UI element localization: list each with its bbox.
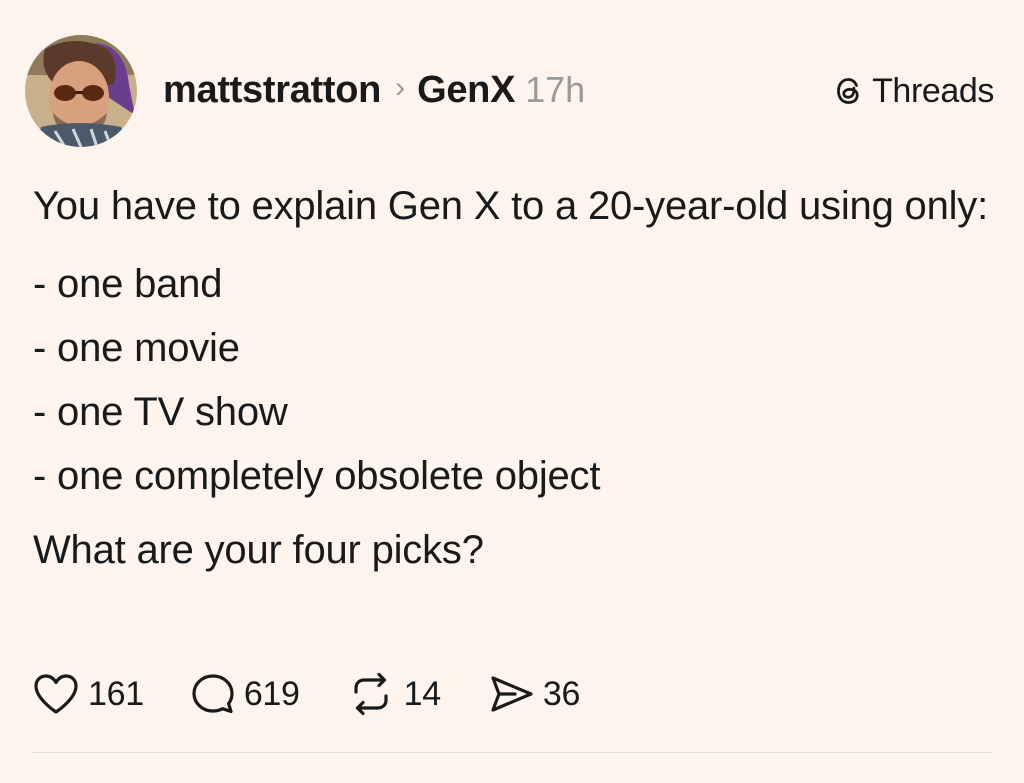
list-item: - one TV show [33,390,288,434]
action-bar: 161 619 14 36 [32,668,626,720]
share-button[interactable]: 36 [487,672,580,716]
repost-icon [354,672,388,716]
repost-count: 14 [403,674,442,713]
community-link[interactable]: GenX [417,69,515,112]
post-timestamp: 17h [525,69,586,110]
send-icon [491,676,533,712]
reply-button[interactable]: 619 [190,672,300,716]
speech-bubble-icon [192,674,234,714]
list-item: - one completely obsolete object [33,454,601,498]
post-question: What are your four picks? [33,528,484,572]
post-body: You have to explain Gen X to a 20-year-o… [33,176,993,580]
list-item: - one band [33,262,223,306]
heart-icon [34,674,78,714]
username-link[interactable]: mattstratton [163,69,381,112]
post-list: - one band - one movie - one TV show - o… [33,252,993,508]
divider [32,752,992,753]
like-button[interactable]: 161 [32,672,144,716]
share-count: 36 [542,674,581,713]
post-intro: You have to explain Gen X to a 20-year-o… [33,184,989,228]
chevron-right-icon: › [395,71,406,104]
avatar-image [25,35,137,147]
avatar[interactable] [25,35,137,147]
post-header: mattstratton › GenX 17h [163,66,585,114]
repost-button[interactable]: 14 [346,672,441,716]
threads-logo-icon [837,78,859,104]
list-item: - one movie [33,326,240,370]
reply-count: 619 [243,674,300,713]
like-count: 161 [88,674,144,713]
threads-label: Threads [872,71,994,110]
thread-post: mattstratton › GenX 17h Threads You have… [0,0,1024,783]
threads-brand: Threads [832,70,994,112]
